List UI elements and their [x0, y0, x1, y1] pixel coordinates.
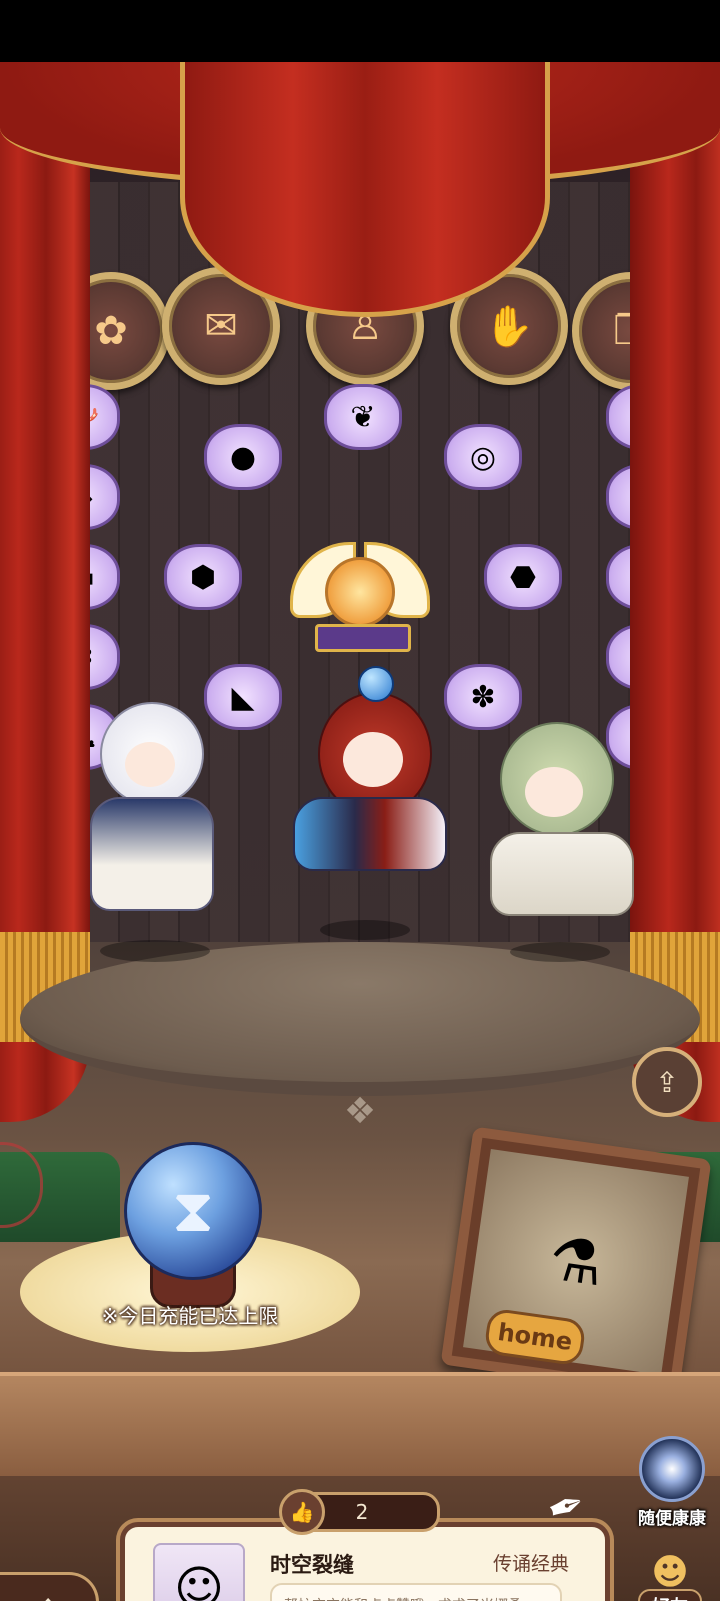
home-button[interactable]: ⌂ [0, 1572, 99, 1601]
player-avatar[interactable]: ☺ [153, 1543, 245, 1601]
random-visit-button[interactable]: 随便康康 [632, 1436, 712, 1529]
player-message: 帮忙充充能和点点赞哦，求求了米娜桑 [270, 1583, 562, 1601]
character-white-hair-reader[interactable] [70, 702, 240, 942]
stage-platform [20, 942, 700, 1096]
character-red-hair-girl[interactable] [278, 662, 458, 902]
player-name: 时空裂缝 [270, 1553, 354, 1577]
share-button[interactable]: ⇪ [632, 1047, 702, 1117]
character-shadow [510, 942, 610, 962]
center-valance [180, 62, 550, 317]
table-edge [0, 1372, 720, 1476]
stage-scene: ✿ ✉ ♙ ✋ ❐ 🪸 ◆ ▬ ✾ ☁ ● ⬢ ◣ ❦ ◎ ⬣ ✽ ❧ ◓ ◠ … [0, 62, 720, 1601]
charge-limit-text: ※今日充能已达上限 [101, 1304, 279, 1328]
house-icon: ⌂ [38, 1587, 58, 1601]
platform-ornament-icon: ❖ [343, 1091, 377, 1132]
portal-icon [639, 1436, 705, 1502]
crystal-ball-button[interactable]: ⧗ [124, 1142, 262, 1280]
amber-item-icon[interactable]: ⬣ [484, 544, 562, 610]
character-green-hair-alchemist[interactable] [470, 722, 650, 942]
ore-item-icon[interactable]: ⬢ [164, 544, 242, 610]
herb-item-icon[interactable]: ❦ [324, 384, 402, 450]
water-ring-item-icon[interactable]: ◎ [444, 424, 522, 490]
winged-emblem-icon[interactable] [290, 532, 430, 652]
likes-counter[interactable]: 👍 2 [279, 1489, 440, 1535]
friends-button[interactable]: ☻ 好友 [622, 1552, 718, 1601]
friends-label: 好友 [638, 1589, 702, 1601]
hourglass-icon: ⧗ [171, 1176, 215, 1246]
random-visit-label: 随便康康 [638, 1509, 706, 1529]
character-shadow [320, 920, 410, 940]
status-bar [0, 0, 720, 62]
player-card: ☺ ID:4935938 时空裂缝 传诵经典 帮忙充充能和点点赞哦，求求了米娜桑 [120, 1522, 610, 1601]
character-shadow [100, 940, 210, 962]
friends-icon: ☻ [651, 1552, 689, 1593]
player-title: 传诵经典 [492, 1553, 569, 1575]
tomato-item-icon[interactable]: ● [204, 424, 282, 490]
likes-count: 2 [355, 1500, 369, 1524]
thumbs-up-icon[interactable]: 👍 [279, 1489, 325, 1535]
